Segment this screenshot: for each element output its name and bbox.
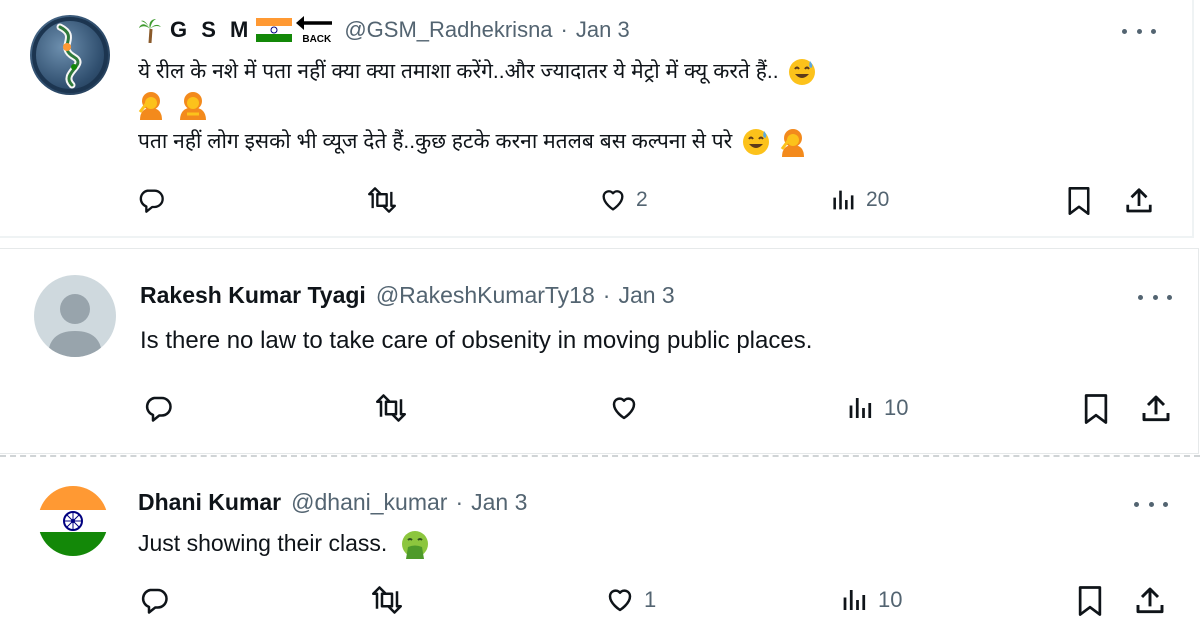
person-shrugging-emoji-icon [778, 127, 808, 158]
like-count: 1 [644, 587, 657, 612]
handle[interactable]: @dhani_kumar [291, 489, 447, 516]
more-icon [1122, 28, 1127, 34]
like-count: 2 [636, 188, 648, 211]
share-button[interactable] [1124, 186, 1154, 216]
views-button[interactable]: 10 [846, 393, 908, 423]
tweet-text: Is there no law to take care of obsenity… [140, 327, 813, 354]
tweet-text-line-1: ये रील के नशे में पता नहीं क्या क्या तमा… [138, 60, 779, 83]
india-flag-avatar-icon [38, 486, 108, 556]
divider [0, 455, 1200, 457]
avatar[interactable] [34, 275, 116, 357]
bookmark-icon [1084, 394, 1108, 424]
tweet-1[interactable]: G S M BACK @GSM_Radhekrisna · Jan 3 ये र… [0, 0, 1194, 238]
default-profile-icon [48, 294, 102, 357]
retweet-button[interactable] [372, 393, 410, 423]
tweet-text: Just showing their class. [138, 526, 430, 560]
views-button[interactable]: 10 [840, 585, 902, 615]
separator: · [602, 281, 611, 308]
reply-icon [141, 588, 168, 614]
tweet-2[interactable]: Rakesh Kumar Tyagi @RakeshKumarTy18 · Ja… [0, 248, 1199, 454]
display-name[interactable]: Rakesh Kumar Tyagi [140, 282, 366, 309]
avatar[interactable] [38, 486, 108, 556]
like-button[interactable]: 2 [598, 186, 648, 214]
person-gesturing-no-emoji-icon [136, 90, 166, 120]
share-icon [1126, 188, 1152, 213]
separator: · [560, 17, 568, 42]
heart-icon [602, 190, 624, 211]
more-options-button[interactable] [1138, 287, 1172, 307]
person-shrugging-emojis [136, 90, 208, 120]
retweet-button[interactable] [364, 186, 400, 214]
views-button[interactable]: 20 [830, 186, 889, 214]
bookmark-button[interactable] [1066, 186, 1092, 216]
sweat-smile-emoji-icon [788, 58, 816, 86]
vomiting-face-emoji-icon [400, 530, 430, 560]
sweat-smile-emoji-icon [742, 128, 770, 156]
palm-tree-icon [138, 17, 162, 43]
timestamp[interactable]: Jan 3 [618, 282, 674, 309]
display-name[interactable]: Dhani Kumar [138, 489, 281, 516]
tweet-text-line-2: पता नहीं लोग इसको भी व्यूज देते हैं..कुछ… [138, 130, 733, 153]
views-icon [833, 190, 854, 210]
heart-icon [612, 397, 636, 420]
tweet-3[interactable]: Dhani Kumar @dhani_kumar · Jan 3 Just sh… [0, 460, 1200, 628]
view-count: 10 [884, 395, 909, 420]
retweet-icon [372, 586, 402, 614]
bookmark-button[interactable] [1082, 393, 1110, 425]
display-name[interactable]: G S M [170, 17, 252, 43]
reply-icon [145, 396, 172, 422]
more-icon [1138, 294, 1143, 300]
more-icon [1134, 501, 1139, 507]
more-options-button[interactable] [1134, 494, 1168, 514]
tweet-text: ये रील के नशे में पता नहीं क्या क्या तमा… [138, 56, 816, 88]
bookmark-icon [1078, 586, 1102, 616]
share-icon [1136, 587, 1164, 614]
handle[interactable]: @GSM_Radhekrisna [344, 17, 552, 43]
share-button[interactable] [1134, 585, 1166, 617]
tweet-text-2: पता नहीं लोग इसको भी व्यूज देते हैं..कुछ… [138, 126, 808, 158]
bookmark-button[interactable] [1076, 585, 1104, 617]
avatar-image [32, 17, 108, 93]
separator: · [455, 488, 464, 515]
share-button[interactable] [1140, 393, 1172, 425]
reply-button[interactable] [136, 186, 166, 214]
reply-button[interactable] [138, 585, 170, 615]
like-button[interactable] [608, 393, 648, 423]
like-button[interactable]: 1 [604, 585, 656, 615]
retweet-button[interactable] [368, 585, 406, 615]
reply-button[interactable] [142, 393, 174, 423]
view-count: 10 [878, 587, 903, 612]
timestamp[interactable]: Jan 3 [471, 489, 527, 516]
view-count: 20 [866, 188, 890, 211]
india-flag-icon [256, 18, 293, 42]
tweet-text-content: Just showing their class. [138, 530, 388, 556]
views-icon [843, 590, 866, 610]
avatar[interactable] [30, 15, 110, 95]
reply-icon [139, 189, 164, 213]
share-icon [1142, 395, 1170, 422]
person-bowing-emoji-icon [178, 90, 208, 120]
back-arrow-icon: BACK [294, 14, 334, 46]
bookmark-icon [1068, 187, 1090, 215]
views-icon [849, 398, 872, 418]
retweet-icon [368, 187, 397, 213]
retweet-icon [376, 394, 406, 422]
handle[interactable]: @RakeshKumarTy18 [376, 282, 595, 309]
back-badge-text: BACK [302, 34, 332, 45]
more-options-button[interactable] [1122, 21, 1156, 41]
timestamp[interactable]: Jan 3 [576, 17, 630, 43]
heart-icon [608, 589, 632, 612]
